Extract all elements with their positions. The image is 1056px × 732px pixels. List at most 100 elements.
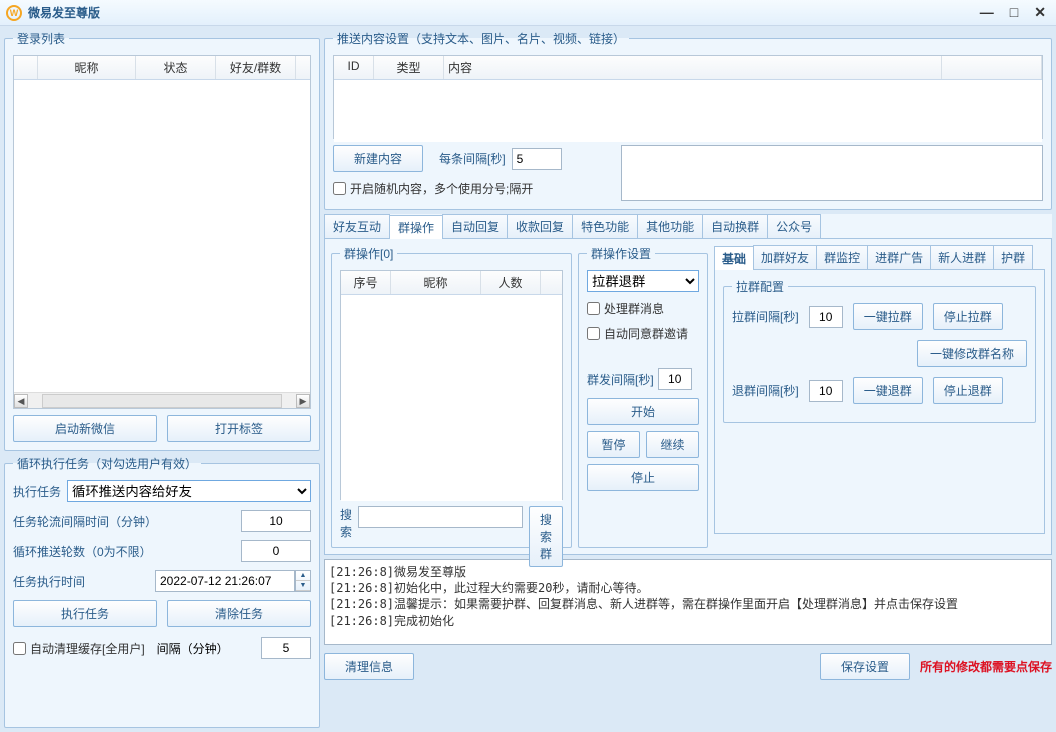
- handle-msg-checkbox[interactable]: 处理群消息: [587, 300, 699, 317]
- search-input[interactable]: [358, 506, 523, 528]
- tab-public[interactable]: 公众号: [767, 214, 821, 238]
- login-legend: 登录列表: [13, 30, 69, 47]
- login-hscroll[interactable]: ◀▶: [14, 392, 310, 408]
- subtab-monitor[interactable]: 群监控: [816, 245, 868, 269]
- maximize-button[interactable]: □: [1006, 4, 1022, 21]
- rename-group-button[interactable]: 一键修改群名称: [917, 340, 1027, 367]
- app-title: 微易发至尊版: [28, 4, 100, 21]
- gop-col-idx: 序号: [341, 271, 391, 294]
- group-set-legend: 群操作设置: [587, 245, 655, 262]
- exec-task-button[interactable]: 执行任务: [13, 600, 157, 627]
- save-warning: 所有的修改都需要点保存: [920, 658, 1052, 675]
- interval-label: 任务轮流间隔时间（分钟）: [13, 513, 235, 530]
- subtab-protect[interactable]: 护群: [993, 245, 1033, 269]
- app-logo-icon: W: [6, 5, 22, 21]
- gop-col-count: 人数: [481, 271, 541, 294]
- login-panel: 登录列表 昵称 状态 好友/群数 ◀▶ 启动新微信 打开标签: [4, 30, 320, 451]
- clear-task-button[interactable]: 清除任务: [167, 600, 311, 627]
- one-key-quit-button[interactable]: 一键退群: [853, 377, 923, 404]
- subtab-basic[interactable]: 基础: [714, 246, 754, 270]
- tab-auto-switch[interactable]: 自动换群: [702, 214, 768, 238]
- tab-auto-reply[interactable]: 自动回复: [442, 214, 508, 238]
- task-select[interactable]: 循环推送内容给好友: [67, 480, 311, 502]
- login-col-nick: 昵称: [38, 56, 136, 79]
- quit-int-label: 退群间隔[秒]: [732, 382, 799, 399]
- interval-input[interactable]: [241, 510, 311, 532]
- search-label: 搜索: [340, 506, 352, 567]
- tab-container: 好友互动 群操作 自动回复 收款回复 特色功能 其他功能 自动换群 公众号 群操…: [324, 214, 1052, 555]
- loop-legend: 循环执行任务（对勾选用户有效）: [13, 455, 201, 472]
- log-line: [21:26:8]温馨提示：如果需要护群、回复群消息、新人进群等，需在群操作里面…: [329, 596, 1047, 612]
- pull-legend: 拉群配置: [732, 278, 788, 295]
- auto-clean-checkbox[interactable]: 自动清理缓存[全用户]: [13, 640, 145, 657]
- minimize-button[interactable]: —: [976, 4, 998, 21]
- gop-col-nick: 昵称: [391, 271, 481, 294]
- tab-pay-reply[interactable]: 收款回复: [507, 214, 573, 238]
- push-col-id: ID: [334, 56, 374, 79]
- tab-special[interactable]: 特色功能: [572, 214, 638, 238]
- login-col-count: 好友/群数: [216, 56, 296, 79]
- log-area: [21:26:8]微易发至尊版 [21:26:8]初始化中，此过程大约需要20秒…: [324, 559, 1052, 645]
- open-tag-button[interactable]: 打开标签: [167, 415, 311, 442]
- pull-int-label: 拉群间隔[秒]: [732, 308, 799, 325]
- rounds-input[interactable]: [241, 540, 311, 562]
- tab-friend[interactable]: 好友互动: [324, 214, 390, 238]
- clear-info-button[interactable]: 清理信息: [324, 653, 414, 680]
- main-tabbar: 好友互动 群操作 自动回复 收款回复 特色功能 其他功能 自动换群 公众号: [324, 214, 1052, 239]
- start-new-wechat-button[interactable]: 启动新微信: [13, 415, 157, 442]
- login-grid[interactable]: 昵称 状态 好友/群数 ◀▶: [13, 55, 311, 409]
- group-ops-panel: 群操作[0] 序号 昵称 人数 搜索 搜索群: [331, 245, 572, 548]
- tab-other[interactable]: 其他功能: [637, 214, 703, 238]
- subtab-ad[interactable]: 进群广告: [867, 245, 931, 269]
- task-label: 执行任务: [13, 483, 61, 500]
- pause-button[interactable]: 暂停: [587, 431, 640, 458]
- clean-int-input[interactable]: [261, 637, 311, 659]
- search-group-button[interactable]: 搜索群: [529, 506, 563, 567]
- time-spinner[interactable]: ▲▼: [155, 570, 311, 592]
- push-panel: 推送内容设置（支持文本、图片、名片、视频、链接） ID 类型 内容 新建内容 每…: [324, 30, 1052, 210]
- close-button[interactable]: ✕: [1030, 4, 1050, 21]
- send-int-label: 群发间隔[秒]: [587, 371, 654, 388]
- push-col-type: 类型: [374, 56, 444, 79]
- push-interval-label: 每条间隔[秒]: [439, 150, 506, 167]
- save-settings-button[interactable]: 保存设置: [820, 653, 910, 680]
- login-col-check: [14, 56, 38, 79]
- new-content-button[interactable]: 新建内容: [333, 145, 423, 172]
- spin-down-icon: ▼: [296, 581, 310, 591]
- push-grid[interactable]: ID 类型 内容: [333, 55, 1043, 139]
- time-label: 任务执行时间: [13, 573, 149, 590]
- push-col-empty: [942, 56, 1042, 79]
- subtab-area: 基础 加群好友 群监控 进群广告 新人进群 护群 拉群配置 拉群间隔[秒]: [714, 245, 1045, 548]
- push-legend: 推送内容设置（支持文本、图片、名片、视频、链接）: [333, 30, 629, 47]
- subtab-add-friend[interactable]: 加群好友: [753, 245, 817, 269]
- pull-config-panel: 拉群配置 拉群间隔[秒] 一键拉群 停止拉群 一键修改群名称: [723, 278, 1036, 423]
- clean-int-label: 间隔（分钟）: [157, 640, 229, 657]
- group-mode-select[interactable]: 拉群退群: [587, 270, 699, 292]
- start-button[interactable]: 开始: [587, 398, 699, 425]
- rounds-label: 循环推送轮数（0为不限）: [13, 543, 235, 560]
- stop-pull-button[interactable]: 停止拉群: [933, 303, 1003, 330]
- log-line: [21:26:8]初始化中，此过程大约需要20秒，请耐心等待。: [329, 580, 1047, 596]
- log-line: [21:26:8]完成初始化: [329, 613, 1047, 629]
- continue-button[interactable]: 继续: [646, 431, 699, 458]
- login-col-status: 状态: [136, 56, 216, 79]
- loop-panel: 循环执行任务（对勾选用户有效） 执行任务 循环推送内容给好友 任务轮流间隔时间（…: [4, 455, 320, 728]
- group-ops-grid[interactable]: 序号 昵称 人数: [340, 270, 563, 500]
- quit-int-input[interactable]: [809, 380, 843, 402]
- one-key-pull-button[interactable]: 一键拉群: [853, 303, 923, 330]
- push-interval-input[interactable]: [512, 148, 562, 170]
- random-content-checkbox[interactable]: 开启随机内容，多个使用分号;隔开: [333, 180, 613, 197]
- subtab-newcomer[interactable]: 新人进群: [930, 245, 994, 269]
- push-textarea[interactable]: [621, 145, 1043, 201]
- auto-agree-checkbox[interactable]: 自动同意群邀请: [587, 325, 699, 342]
- group-ops-legend: 群操作[0]: [340, 245, 397, 262]
- title-bar: W 微易发至尊版 — □ ✕: [0, 0, 1056, 26]
- stop-button[interactable]: 停止: [587, 464, 699, 491]
- stop-quit-button[interactable]: 停止退群: [933, 377, 1003, 404]
- time-input[interactable]: [155, 570, 295, 592]
- pull-int-input[interactable]: [809, 306, 843, 328]
- send-int-input[interactable]: [658, 368, 692, 390]
- push-col-content: 内容: [444, 56, 942, 79]
- tab-group-ops[interactable]: 群操作: [389, 215, 443, 239]
- spin-up-icon: ▲: [296, 571, 310, 581]
